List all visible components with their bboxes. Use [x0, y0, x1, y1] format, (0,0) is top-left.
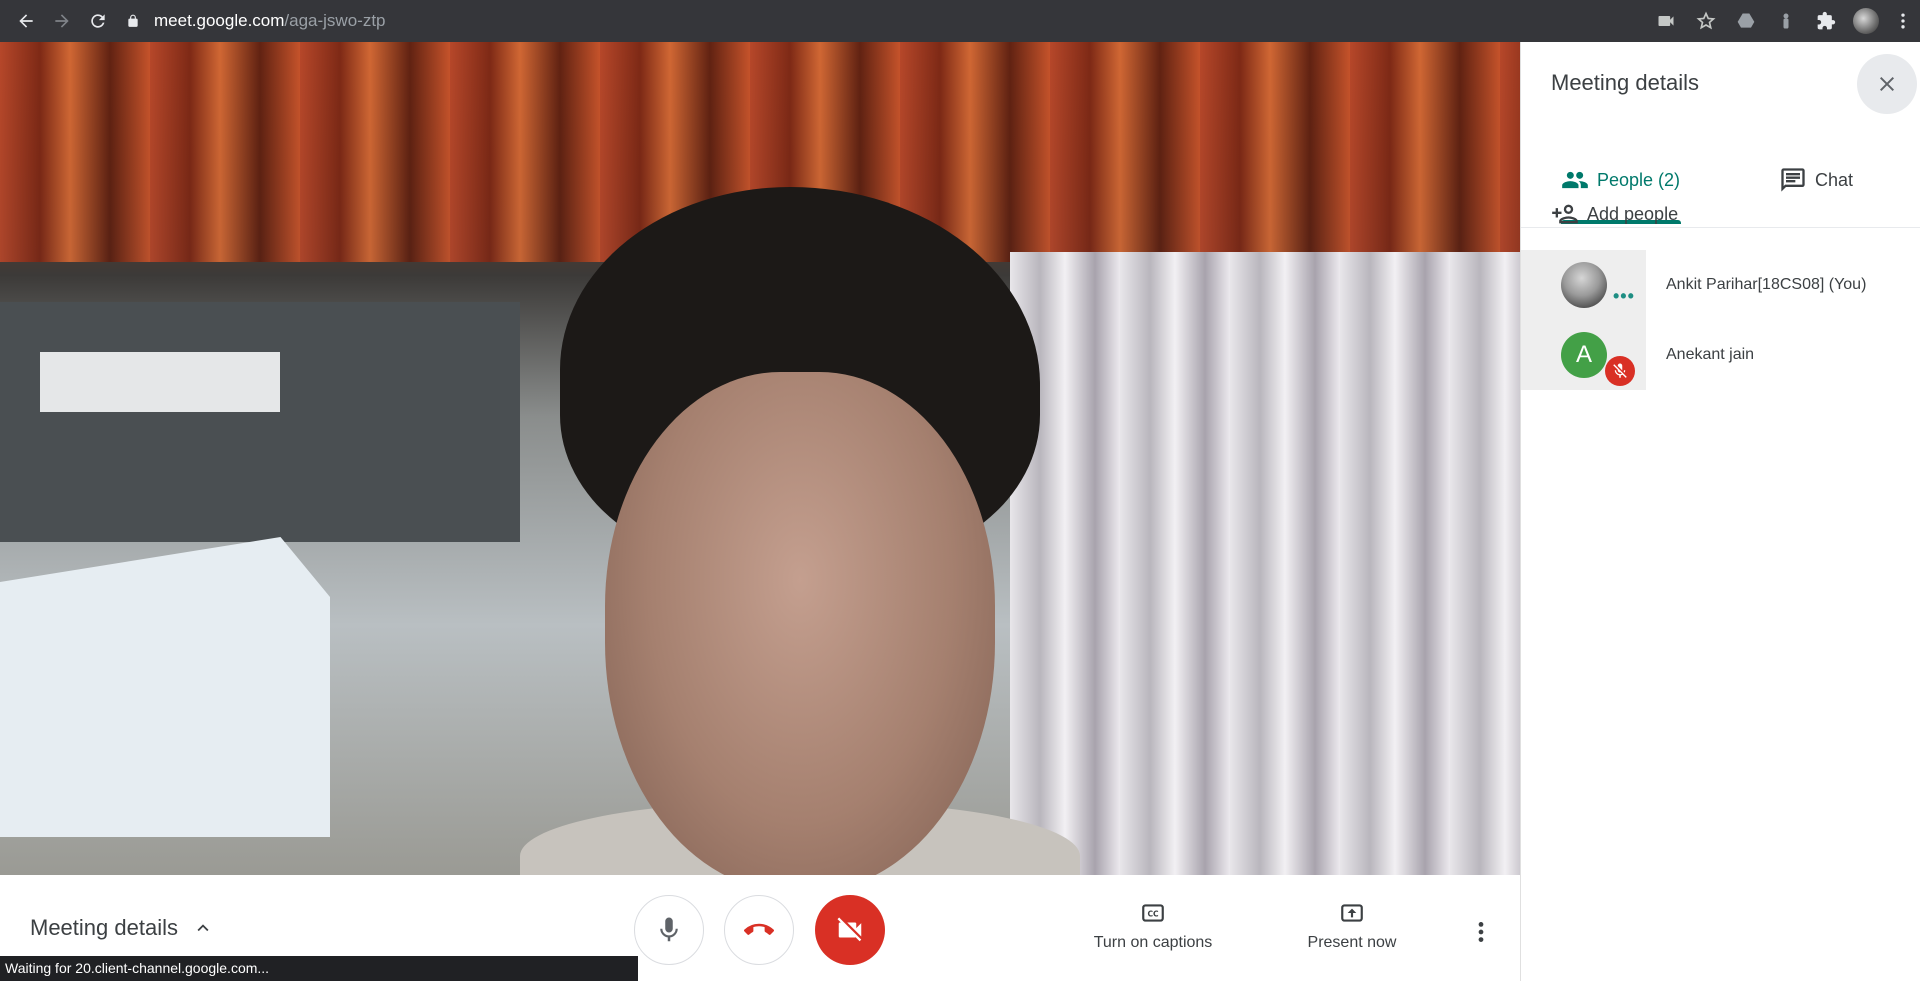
participant-name: Ankit Parihar[18CS08] (You) [1666, 276, 1867, 293]
address-bar[interactable]: meet.google.com/aga-jswo-ztp [126, 5, 386, 37]
video-background-shelf [0, 302, 520, 542]
turn-on-captions-button[interactable]: CC Turn on captions [1088, 900, 1218, 952]
avatar: A [1561, 332, 1607, 378]
present-now-button[interactable]: Present now [1292, 900, 1412, 952]
present-label: Present now [1307, 934, 1397, 951]
meeting-details-panel: Meeting details People (2) Chat Add peop… [1520, 42, 1920, 981]
close-icon [1880, 77, 1894, 91]
browser-toolbar: meet.google.com/aga-jswo-ztp [0, 0, 1920, 42]
video-background-floral-curtain [1010, 252, 1520, 875]
panel-title: Meeting details [1551, 70, 1699, 95]
browser-status-bar: Waiting for 20.client-channel.google.com… [0, 956, 638, 981]
add-people-button[interactable]: Add people [1551, 200, 1678, 228]
url-path: /aga-jswo-ztp [284, 11, 386, 30]
tab-people-label: People (2) [1597, 169, 1681, 190]
mic-muted-icon [1605, 356, 1635, 386]
people-icon [1562, 171, 1588, 189]
back-icon[interactable] [8, 3, 44, 39]
forward-icon[interactable] [44, 3, 80, 39]
microphone-button[interactable] [634, 895, 704, 965]
captions-label: Turn on captions [1093, 934, 1213, 951]
participant-face [605, 372, 995, 875]
puzzle-icon[interactable] [1806, 3, 1846, 39]
extension-icon[interactable] [1766, 3, 1806, 39]
avatar [1561, 262, 1607, 308]
url-host: meet.google.com [154, 11, 285, 30]
toolbar-right [1646, 0, 1920, 42]
lock-icon [128, 14, 138, 27]
tab-chat[interactable]: Chat [1779, 134, 1853, 226]
svg-text:CC: CC [1147, 909, 1159, 918]
main-video-feed [0, 42, 1520, 875]
chevron-up-icon [197, 924, 209, 932]
participant-avatar-cell: A [1521, 320, 1646, 390]
participant-row[interactable]: A Anekant jain [1521, 320, 1920, 390]
star-icon[interactable] [1686, 3, 1726, 39]
add-people-label: Add people [1587, 203, 1679, 224]
participant-name: Anekant jain [1666, 346, 1755, 363]
meeting-details-label: Meeting details [30, 915, 178, 940]
profile-avatar[interactable] [1853, 8, 1879, 34]
camera-off-button[interactable] [815, 895, 885, 965]
kebab-menu-icon[interactable] [1886, 3, 1920, 39]
participant-avatar-cell: ••• [1521, 250, 1646, 320]
tab-chat-label: Chat [1815, 169, 1854, 190]
reload-icon[interactable] [80, 3, 116, 39]
drive-icon[interactable] [1726, 3, 1766, 39]
video-background-object [40, 352, 280, 412]
meeting-details-toggle[interactable]: Meeting details [30, 915, 214, 941]
more-options-button[interactable] [1466, 917, 1496, 947]
person-add-icon [1552, 204, 1578, 224]
close-panel-button[interactable] [1857, 54, 1917, 114]
more-vert-icon [1478, 922, 1484, 942]
camera-icon[interactable] [1646, 3, 1686, 39]
present-screen-icon [1341, 904, 1363, 922]
speaking-indicator-icon: ••• [1613, 286, 1635, 306]
leave-call-button[interactable] [724, 895, 794, 965]
camera-off-icon [837, 917, 862, 942]
microphone-icon [660, 917, 678, 942]
closed-captions-icon: CC [1142, 904, 1164, 922]
participants-list: ••• Ankit Parihar[18CS08] (You) A Anekan… [1521, 250, 1920, 390]
video-background-window [0, 537, 330, 837]
hang-up-icon [744, 923, 774, 935]
participant-row[interactable]: ••• Ankit Parihar[18CS08] (You) [1521, 250, 1920, 320]
chat-icon [1781, 168, 1805, 192]
